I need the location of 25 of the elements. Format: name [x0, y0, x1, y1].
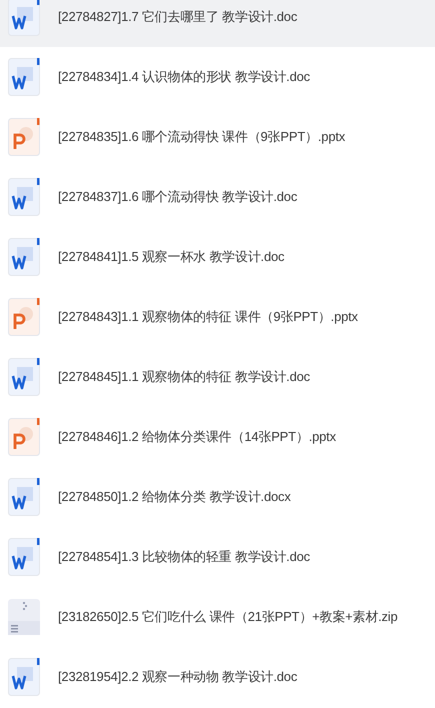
file-name: [22784835]1.6 哪个流动得快 课件（9张PPT）.pptx: [58, 128, 346, 146]
powerpoint-file-icon: [8, 418, 40, 456]
file-name: [22784834]1.4 认识物体的形状 教学设计.doc: [58, 68, 310, 86]
word-file-icon: [8, 0, 40, 36]
word-file-icon: [8, 58, 40, 96]
word-file-icon: [8, 478, 40, 516]
file-name: [22784846]1.2 给物体分类课件（14张PPT）.pptx: [58, 428, 336, 446]
word-file-icon: [8, 658, 40, 696]
file-name: [22784837]1.6 哪个流动得快 教学设计.doc: [58, 188, 298, 206]
archive-file-icon: [6, 599, 42, 635]
word-file-icon: [8, 538, 40, 576]
file-name: [22784841]1.5 观察一杯水 教学设计.doc: [58, 248, 284, 266]
file-name: [23281954]2.2 观察一种动物 教学设计.doc: [58, 668, 298, 686]
file-name: [22784845]1.1 观察物体的特征 教学设计.doc: [58, 368, 310, 386]
word-file-icon: [8, 238, 40, 276]
powerpoint-file-icon: [8, 298, 40, 336]
powerpoint-file-icon: [8, 118, 40, 156]
file-name: [22784854]1.3 比较物体的轻重 教学设计.doc: [58, 548, 310, 566]
file-name: [22784850]1.2 给物体分类 教学设计.docx: [58, 488, 291, 506]
file-name: [22784827]1.7 它们去哪里了 教学设计.doc: [58, 8, 298, 26]
file-name: [22784843]1.1 观察物体的特征 课件（9张PPT）.pptx: [58, 308, 358, 326]
word-file-icon: [8, 358, 40, 396]
file-name: [23182650]2.5 它们吃什么 课件（21张PPT）+教案+素材.zip: [58, 608, 398, 626]
file-row[interactable]: [22784827]1.7 它们去哪里了 教学设计.doc: [0, 0, 435, 47]
word-file-icon: [8, 178, 40, 216]
